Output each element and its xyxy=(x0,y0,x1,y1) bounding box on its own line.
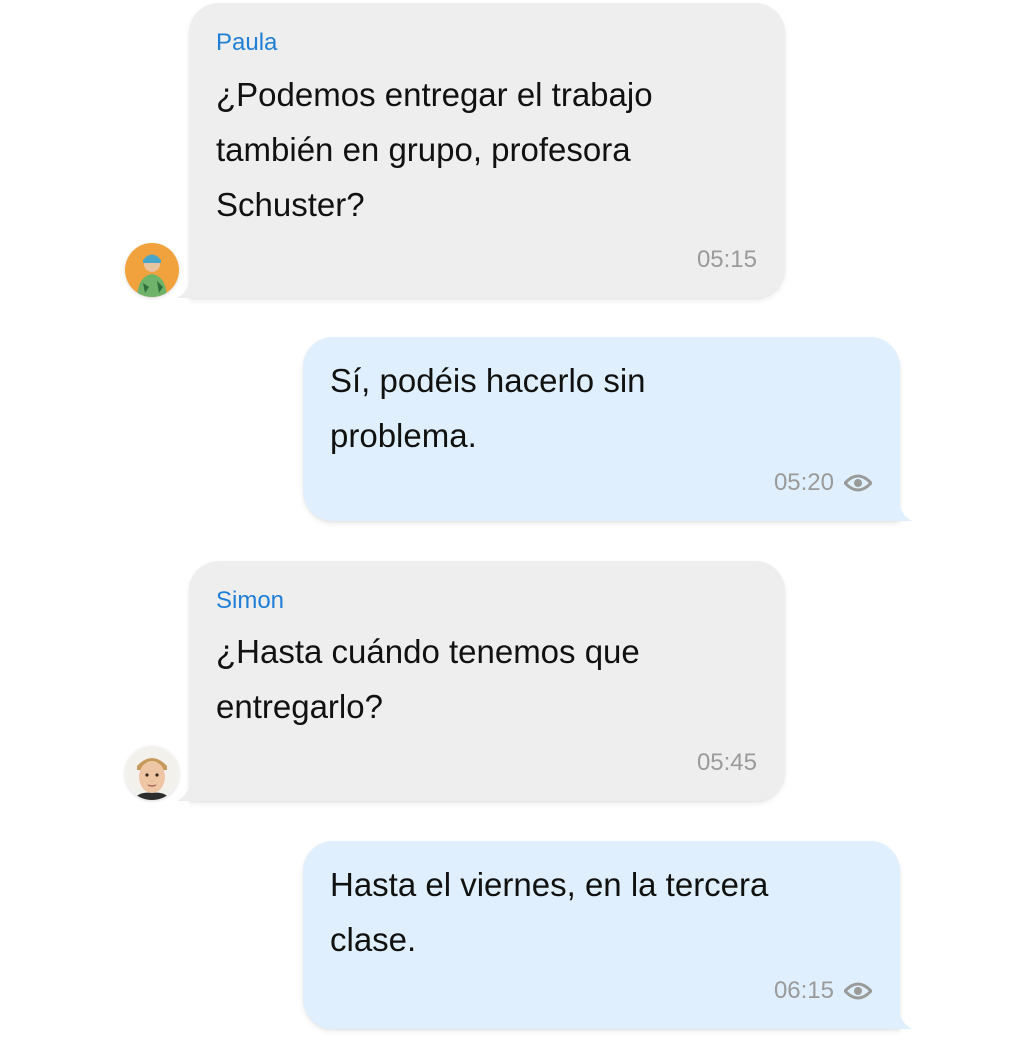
message-bubble: Paula ¿Podemos entregar el trabajo tambi… xyxy=(177,3,785,298)
bubble-tail xyxy=(892,1007,912,1029)
message-time: 05:45 xyxy=(696,749,757,776)
message-meta: 05:45 xyxy=(697,749,757,777)
message-meta: 05:20 xyxy=(774,469,872,497)
message-text: Sí, podéis hacerlo sin problema. xyxy=(330,362,646,454)
paula-avatar-image xyxy=(125,243,179,297)
message-outgoing[interactable]: Sí, podéis hacerlo sin problema. 05:20 xyxy=(0,300,1024,525)
message-outgoing[interactable]: Hasta el viernes, en la tercera clase. 0… xyxy=(0,805,1024,1040)
message-time: 06:15 xyxy=(773,977,834,1004)
message-incoming[interactable]: Paula ¿Podemos entregar el trabajo tambi… xyxy=(0,0,1024,300)
bubble-tail xyxy=(177,276,197,298)
avatar[interactable] xyxy=(125,243,179,297)
sender-name[interactable]: Simon xyxy=(216,587,284,615)
bubble-tail xyxy=(892,499,912,521)
bubble-tail xyxy=(177,779,197,801)
message-bubble: Hasta el viernes, en la tercera clase. 0… xyxy=(303,841,912,1029)
sender-name[interactable]: Paula xyxy=(216,29,277,57)
message-text: ¿Hasta cuándo tenemos que entregarlo? xyxy=(216,633,640,725)
message-text: Hasta el viernes, en la tercera clase. xyxy=(330,866,769,958)
chat-thread: Paula ¿Podemos entregar el trabajo tambi… xyxy=(0,0,1024,1044)
avatar[interactable] xyxy=(125,746,179,800)
message-time: 05:15 xyxy=(696,246,757,273)
message-meta: 05:15 xyxy=(697,246,757,274)
simon-avatar-image xyxy=(125,746,179,800)
message-incoming[interactable]: Simon ¿Hasta cuándo tenemos que entregar… xyxy=(0,540,1024,805)
message-bubble: Sí, podéis hacerlo sin problema. 05:20 xyxy=(303,337,912,521)
message-meta: 06:15 xyxy=(774,977,872,1005)
message-time: 05:20 xyxy=(773,469,834,496)
message-bubble: Simon ¿Hasta cuándo tenemos que entregar… xyxy=(177,561,785,801)
message-text: ¿Podemos entregar el trabajo también en … xyxy=(216,76,653,223)
eye-icon xyxy=(844,982,872,1000)
eye-icon xyxy=(844,474,872,492)
